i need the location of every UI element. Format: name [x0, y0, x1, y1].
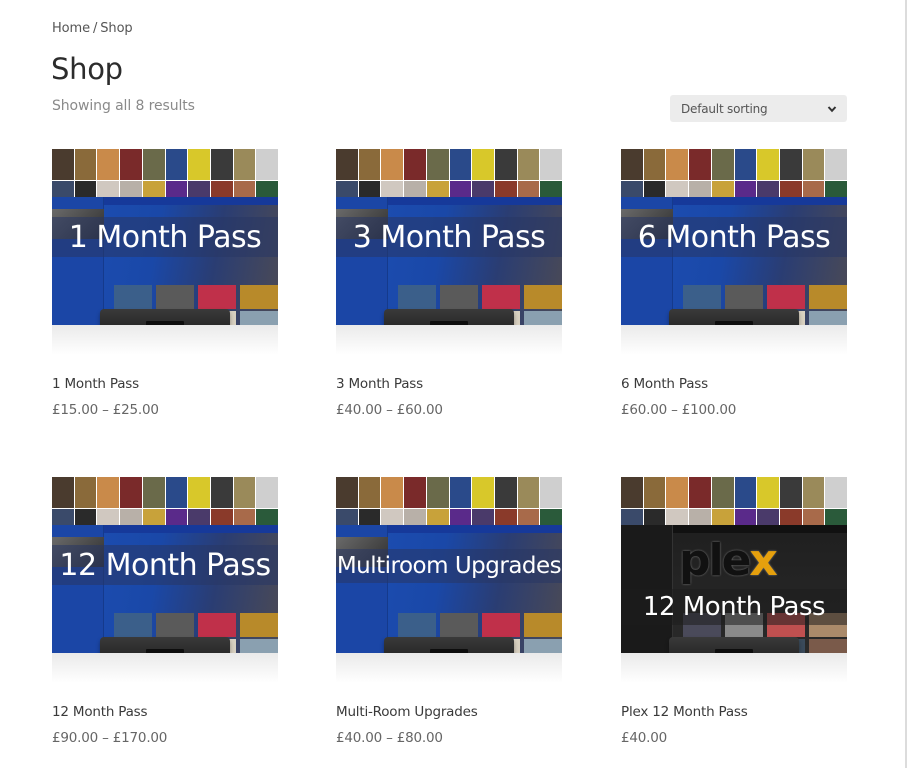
- product-name-link[interactable]: Plex 12 Month Pass: [621, 704, 748, 720]
- product-price: £40.00 – £60.00: [336, 402, 443, 418]
- product-price: £40.00 – £80.00: [336, 730, 443, 746]
- product-image-banner: 3 Month Pass: [336, 217, 562, 257]
- product-price: £60.00 – £100.00: [621, 402, 737, 418]
- product-image-link[interactable]: 3 Month Pass: [336, 149, 562, 355]
- product-card: 1 Month Pass 1 Month Pass £15.00 – £25.0…: [52, 149, 278, 418]
- product-price: £40.00: [621, 730, 668, 746]
- product-card: Multiroom Upgrades Multi-Room Upgrades £…: [336, 477, 562, 746]
- tv-screen-graphic: [336, 525, 562, 663]
- product-image-banner: Multiroom Upgrades: [336, 549, 562, 583]
- product-card: 6 Month Pass 6 Month Pass £60.00 – £100.…: [621, 149, 847, 418]
- product-name-link[interactable]: Multi-Room Upgrades: [336, 704, 478, 720]
- product-card: 12 Month Pass 12 Month Pass £90.00 – £17…: [52, 477, 278, 746]
- result-count: Showing all 8 results: [52, 98, 195, 114]
- product-name-link[interactable]: 3 Month Pass: [336, 376, 423, 392]
- product-price: £90.00 – £170.00: [52, 730, 168, 746]
- product-name-link[interactable]: 12 Month Pass: [52, 704, 148, 720]
- product-image-link[interactable]: 12 Month Pass: [52, 477, 278, 683]
- chevron-down-icon: [827, 105, 837, 112]
- product-name-link[interactable]: 6 Month Pass: [621, 376, 708, 392]
- product-card: 3 Month Pass 3 Month Pass £40.00 – £60.0…: [336, 149, 562, 418]
- page-scroll-edge: [905, 0, 907, 768]
- page-title: Shop: [51, 52, 123, 86]
- product-card: plex 12 Month Pass Plex 12 Month Pass £40…: [621, 477, 847, 746]
- sort-select-value: Default sorting: [681, 101, 768, 116]
- breadcrumb: Home / Shop: [52, 21, 133, 36]
- breadcrumb-separator: /: [93, 21, 98, 36]
- product-price: £15.00 – £25.00: [52, 402, 159, 418]
- breadcrumb-home-link[interactable]: Home: [52, 21, 90, 36]
- plex-logo: plex: [679, 535, 778, 586]
- product-image-link[interactable]: plex 12 Month Pass: [621, 477, 847, 683]
- product-image-link[interactable]: Multiroom Upgrades: [336, 477, 562, 683]
- product-image-banner: 6 Month Pass: [621, 217, 847, 257]
- breadcrumb-current: Shop: [100, 21, 133, 36]
- product-image-banner: 12 Month Pass: [52, 545, 278, 585]
- sort-select[interactable]: Default sorting: [670, 95, 847, 122]
- product-name-link[interactable]: 1 Month Pass: [52, 376, 139, 392]
- product-image-link[interactable]: 6 Month Pass: [621, 149, 847, 355]
- product-image-banner: 1 Month Pass: [52, 217, 278, 257]
- product-image-link[interactable]: 1 Month Pass: [52, 149, 278, 355]
- product-image-banner: 12 Month Pass: [621, 589, 847, 625]
